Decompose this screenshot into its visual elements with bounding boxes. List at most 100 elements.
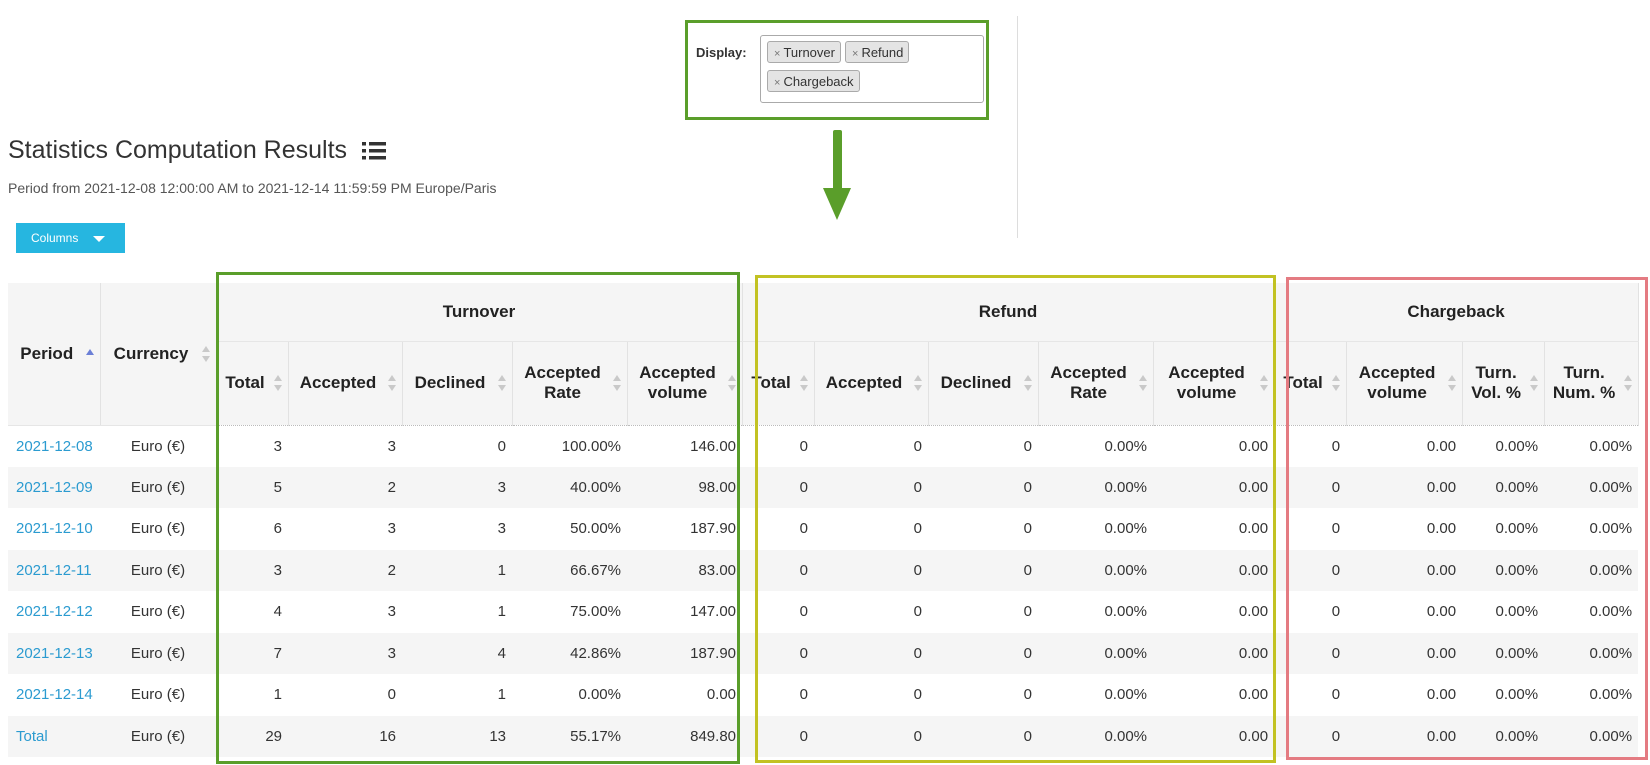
table-row: 2021-12-13 Euro (€) 7 3 4 42.86% 187.90 0 0 0 0.00…: [8, 632, 1639, 674]
header-refund-total[interactable]: Total: [742, 341, 815, 426]
cell-t-volume: 187.90: [690, 520, 737, 538]
cell-r-total: 0: [799, 603, 809, 621]
cell-c-turn-vol: 0.00%: [1495, 603, 1539, 621]
cell-r-rate: 0.00%: [1104, 520, 1148, 538]
table-row: 2021-12-14 Euro (€) 1 0 1 0.00% 0.00 0 0 0 0.00% 0.…: [8, 674, 1638, 716]
header-chargeback-total[interactable]: Total: [1274, 341, 1347, 426]
cell-r-declined: 0: [928, 466, 1039, 508]
cell-r-total: 0: [742, 466, 815, 508]
sort-icon: [727, 375, 737, 391]
cell-r-declined: 0: [1023, 437, 1033, 455]
period-link[interactable]: 2021-12-14: [8, 674, 100, 716]
sort-icon: [913, 375, 923, 391]
cell-r-rate: 0.00%: [1104, 437, 1148, 455]
cell-t-declined: 3: [497, 520, 506, 538]
header-chargeback-accepted-volume[interactable]: Accepted volume: [1346, 341, 1463, 426]
cell-t-accepted: 0: [387, 686, 396, 704]
header-label: Period: [20, 343, 74, 363]
currency-cell: Euro (€): [100, 466, 216, 508]
cell-c-turn-num: 0.00%: [1544, 549, 1639, 591]
period-link[interactable]: 2021-12-09: [8, 466, 100, 508]
currency-cell: Euro (€): [130, 603, 186, 621]
cell-r-accepted: 0: [814, 632, 929, 674]
period-link[interactable]: 2021-12-12: [8, 591, 100, 633]
cell-c-turn-vol: 0.00%: [1462, 466, 1545, 508]
sort-icon: [1529, 375, 1539, 391]
cell-c-turn-num: 0.00%: [1589, 603, 1633, 621]
cell-c-turn-vol: 0.00%: [1495, 520, 1539, 538]
header-refund-declined[interactable]: Declined: [928, 341, 1039, 426]
cell-r-volume: 0.00: [1238, 520, 1269, 538]
header-refund-accepted-rate[interactable]: Accepted Rate: [1038, 341, 1154, 426]
divider: [1017, 16, 1018, 238]
period-link[interactable]: 2021-12-13: [8, 632, 100, 674]
remove-tag-icon[interactable]: ×: [774, 77, 780, 89]
cell-r-volume: 0.00: [1238, 686, 1269, 704]
cell-c-turn-num: 0.00%: [1544, 632, 1639, 674]
cell-r-rate: 0.00%: [1038, 549, 1154, 591]
sort-icon: [497, 375, 507, 391]
sort-icon: [799, 375, 809, 391]
cell-t-volume: 147.00: [690, 603, 737, 621]
remove-tag-icon[interactable]: ×: [852, 48, 858, 60]
cell-c-turn-vol: 0.00%: [1462, 549, 1545, 591]
cell-t-declined: 3: [402, 466, 512, 508]
header-turnover-accepted[interactable]: Accepted: [288, 341, 403, 426]
cell-c-total: 0: [1331, 437, 1341, 455]
table-row: 2021-12-08 Euro (€) 3 3 0 100.00% 146.00 0 0 0 0.0…: [8, 425, 1638, 467]
cell-c-turn-num: 0.00%: [1544, 715, 1639, 757]
display-tag-input[interactable]: × Turnover × Refund × Chargeback: [760, 35, 984, 103]
cell-t-total: 29: [216, 715, 288, 757]
page-title: Statistics Computation Results: [8, 136, 348, 164]
cell-c-turn-vol: 0.00%: [1462, 632, 1545, 674]
header-chargeback-turn-vol[interactable]: Turn. Vol. %: [1462, 341, 1545, 426]
cell-c-turn-num: 0.00%: [1589, 520, 1633, 538]
sort-icon: [1447, 375, 1457, 391]
header-refund-accepted-volume[interactable]: Accepted volume: [1153, 341, 1275, 426]
header-turnover-accepted-rate[interactable]: Accepted Rate: [512, 341, 628, 426]
period-link[interactable]: 2021-12-11: [8, 549, 100, 591]
header-label: Total: [225, 373, 265, 392]
cell-c-total: 0: [1331, 520, 1341, 538]
table-row: 2021-12-10 Euro (€) 6 3 3 50.00% 187.90 0 0 0 0.00…: [8, 508, 1638, 550]
header-currency[interactable]: Currency: [100, 283, 217, 426]
cell-t-total: 3: [273, 437, 282, 455]
group-header-refund: Refund: [742, 283, 1275, 342]
tag-label: Chargeback: [783, 74, 854, 89]
cell-t-declined: 0: [497, 437, 506, 455]
sort-icon: [1023, 375, 1033, 391]
currency-cell: Euro (€): [100, 549, 216, 591]
header-label: Total: [751, 373, 791, 392]
sort-icon: [387, 375, 397, 391]
cell-c-volume: 0.00: [1426, 437, 1457, 455]
header-label: Accepted: [299, 373, 377, 392]
cell-r-declined: 0: [928, 715, 1039, 757]
header-refund-accepted[interactable]: Accepted: [814, 341, 929, 426]
tag-refund: × Refund: [845, 41, 910, 63]
header-chargeback-turn-num[interactable]: Turn. Num. %: [1544, 341, 1639, 426]
header-turnover-accepted-volume[interactable]: Accepted volume: [627, 341, 743, 426]
cell-t-rate: 100.00%: [561, 437, 621, 455]
cell-c-volume: 0.00: [1426, 520, 1457, 538]
list-icon[interactable]: [362, 141, 386, 161]
period-link[interactable]: 2021-12-10: [8, 508, 100, 550]
cell-r-total: 0: [799, 437, 809, 455]
cell-r-volume: 0.00: [1153, 632, 1275, 674]
cell-r-accepted: 0: [913, 603, 923, 621]
cell-t-accepted: 3: [387, 437, 396, 455]
table-row: Total Euro (€) 29 16 13 55.17% 849.80 0 0 0 0.00% 0…: [8, 715, 1639, 757]
period-link[interactable]: Total: [8, 715, 100, 757]
cell-r-declined: 0: [928, 632, 1039, 674]
header-turnover-total[interactable]: Total: [216, 341, 289, 426]
columns-button[interactable]: Columns: [16, 223, 125, 253]
header-turnover-declined[interactable]: Declined: [402, 341, 513, 426]
cell-t-accepted: 16: [288, 715, 402, 757]
cell-c-total: 0: [1331, 603, 1341, 621]
cell-c-volume: 0.00: [1346, 632, 1463, 674]
remove-tag-icon[interactable]: ×: [774, 48, 780, 60]
period-link[interactable]: 2021-12-08: [8, 425, 100, 467]
header-period[interactable]: Period: [8, 283, 101, 426]
cell-r-total: 0: [742, 715, 815, 757]
cell-t-declined: 13: [402, 715, 512, 757]
cell-t-rate: 75.00%: [570, 603, 621, 621]
